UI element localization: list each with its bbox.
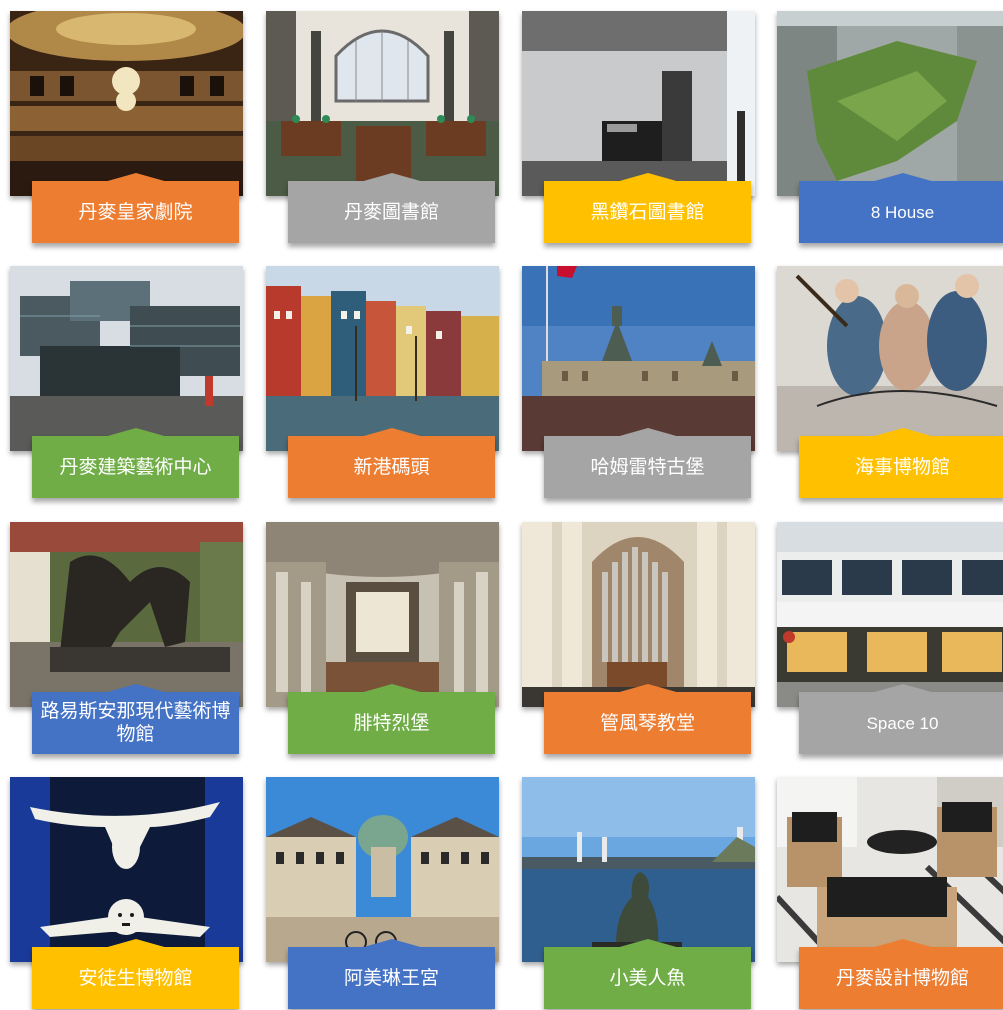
- caption-design-museum: 丹麥設計博物館: [799, 939, 1003, 1009]
- caption-notch: [615, 428, 680, 437]
- caption-label: 丹麥設計博物館: [835, 966, 969, 989]
- tile-architecture-centre[interactable]: 丹麥建築藝術中心: [10, 266, 243, 498]
- 8-house-aerial-photo: [777, 11, 1003, 196]
- caption-notch: [103, 428, 168, 437]
- caption-nyhavn: 新港碼頭: [288, 428, 495, 498]
- caption-notch: [103, 939, 168, 948]
- little-mermaid-statue-photo: [522, 777, 755, 962]
- amalienborg-palace-photo: [266, 777, 499, 962]
- tile-nyhavn[interactable]: 新港碼頭: [266, 266, 499, 498]
- caption-label: 腓特烈堡: [353, 711, 430, 734]
- caption-notch: [359, 684, 424, 693]
- maritime-museum-figurehead-photo: [777, 266, 1003, 451]
- caption-8-house: 8 House: [799, 173, 1003, 243]
- kronborg-castle-photo: [522, 266, 755, 451]
- caption-notch: [870, 684, 935, 693]
- black-diamond-library-photo: [522, 11, 755, 196]
- nyhavn-harbour-photo: [266, 266, 499, 451]
- tile-louisiana[interactable]: 路易斯安那現代藝術博物館: [10, 522, 243, 754]
- tile-little-mermaid[interactable]: 小美人魚: [522, 777, 755, 1009]
- caption-maritime-museum: 海事博物館: [799, 428, 1003, 498]
- caption-danish-library: 丹麥圖書館: [288, 173, 495, 243]
- caption-label: 黑鑽石圖書館: [590, 200, 705, 223]
- caption-notch: [615, 684, 680, 693]
- caption-label: 海事博物館: [854, 455, 950, 478]
- tile-8-house[interactable]: 8 House: [777, 11, 1003, 243]
- tile-royal-theatre[interactable]: 丹麥皇家劇院: [10, 11, 243, 243]
- caption-label: 小美人魚: [609, 966, 686, 989]
- grundtvig-church-organ-photo: [522, 522, 755, 707]
- library-reading-room-photo: [266, 11, 499, 196]
- caption-label: Space 10: [866, 713, 939, 733]
- caption-label: 丹麥建築藝術中心: [59, 455, 212, 478]
- caption-label: 阿美琳王宮: [343, 966, 439, 989]
- royal-theatre-photo: [10, 11, 243, 196]
- caption-amalienborg: 阿美琳王宮: [288, 939, 495, 1009]
- andersen-museum-cutout-photo: [10, 777, 243, 962]
- caption-royal-theatre: 丹麥皇家劇院: [32, 173, 239, 243]
- caption-notch: [103, 173, 168, 182]
- tile-frederiksborg[interactable]: 腓特烈堡: [266, 522, 499, 754]
- tile-danish-library[interactable]: 丹麥圖書館: [266, 11, 499, 243]
- caption-label: 丹麥皇家劇院: [78, 200, 193, 223]
- danish-architecture-centre-photo: [10, 266, 243, 451]
- caption-notch: [615, 173, 680, 182]
- caption-notch: [870, 939, 935, 948]
- tile-kronborg[interactable]: 哈姆雷特古堡: [522, 266, 755, 498]
- caption-notch: [870, 173, 935, 182]
- caption-notch: [359, 428, 424, 437]
- space-10-building-photo: [777, 522, 1003, 707]
- tile-andersen-museum[interactable]: 安徒生博物館: [10, 777, 243, 1009]
- caption-label: 新港碼頭: [353, 455, 430, 478]
- caption-label: 路易斯安那現代藝術博物館: [40, 700, 231, 745]
- frederiksborg-chapel-photo: [266, 522, 499, 707]
- caption-label: 管風琴教堂: [599, 711, 695, 734]
- tile-grundtvig-church[interactable]: 管風琴教堂: [522, 522, 755, 754]
- caption-space-10: Space 10: [799, 684, 1003, 754]
- tile-design-museum[interactable]: 丹麥設計博物館: [777, 777, 1003, 1009]
- tile-maritime-museum[interactable]: 海事博物館: [777, 266, 1003, 498]
- caption-andersen-museum: 安徒生博物館: [32, 939, 239, 1009]
- caption-notch: [870, 428, 935, 437]
- caption-notch: [359, 173, 424, 182]
- caption-architecture-centre: 丹麥建築藝術中心: [32, 428, 239, 498]
- caption-louisiana: 路易斯安那現代藝術博物館: [32, 684, 239, 754]
- caption-label: 哈姆雷特古堡: [590, 455, 705, 478]
- caption-little-mermaid: 小美人魚: [544, 939, 751, 1009]
- caption-frederiksborg: 腓特烈堡: [288, 684, 495, 754]
- caption-black-diamond: 黑鑽石圖書館: [544, 173, 751, 243]
- tile-amalienborg[interactable]: 阿美琳王宮: [266, 777, 499, 1009]
- tile-space-10[interactable]: Space 10: [777, 522, 1003, 754]
- tile-black-diamond[interactable]: 黑鑽石圖書館: [522, 11, 755, 243]
- caption-kronborg: 哈姆雷特古堡: [544, 428, 751, 498]
- caption-notch: [103, 684, 168, 693]
- caption-label: 丹麥圖書館: [343, 200, 439, 223]
- caption-label: 8 House: [870, 202, 935, 222]
- louisiana-sculpture-photo: [10, 522, 243, 707]
- caption-notch: [615, 939, 680, 948]
- design-museum-chairs-photo: [777, 777, 1003, 962]
- caption-grundtvig-church: 管風琴教堂: [544, 684, 751, 754]
- caption-notch: [359, 939, 424, 948]
- caption-label: 安徒生博物館: [78, 966, 193, 989]
